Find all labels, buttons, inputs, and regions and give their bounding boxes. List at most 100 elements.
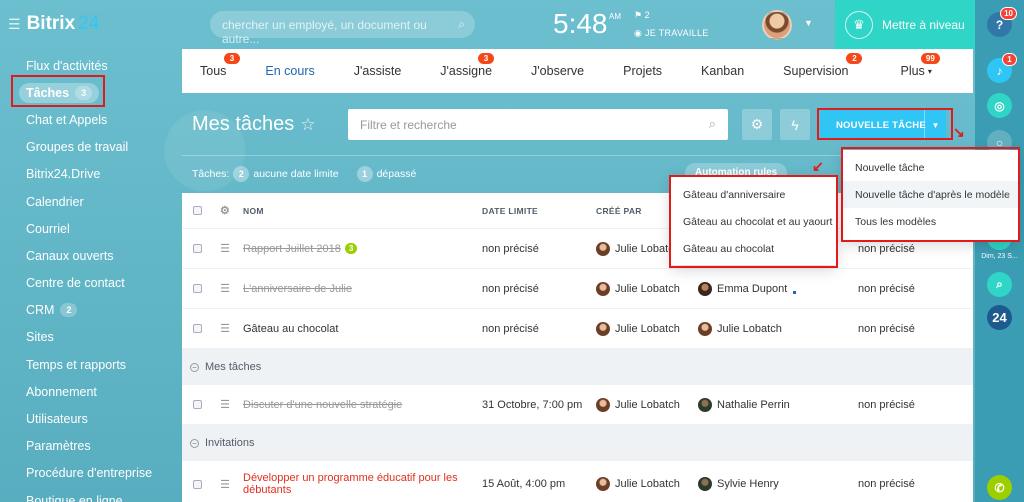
task-deadline: non précisé [482,282,539,295]
bell-icon[interactable]: ♪ 1 [987,53,1017,83]
tab-assigned[interactable]: J'assigne 3 [440,49,495,93]
menu-item-new-task[interactable]: Nouvelle tâche [843,154,1018,181]
collapse-icon[interactable]: − [190,362,199,372]
search-icon[interactable]: ⌕ [709,116,716,132]
new-task-button[interactable]: NOUVELLE TÂCHE ▼ [820,110,946,140]
sidebar-item-mail[interactable]: Courriel [0,215,180,242]
collapse-icon[interactable]: − [190,438,199,448]
sidebar-item-calendar[interactable]: Calendrier [0,188,180,215]
chevron-down-icon[interactable]: ▼ [804,18,813,28]
row-menu-icon[interactable]: ☰ [212,478,238,491]
task-responsible[interactable]: Julie Lobatch [717,323,782,335]
sidebar-item-workgroups[interactable]: Groupes de travail [0,134,180,161]
sidebar-item-shop[interactable]: Boutique en ligne [0,487,180,502]
tab-assisting[interactable]: J'assiste [354,49,402,93]
menu-item-template[interactable]: Gâteau au chocolat [671,235,836,262]
sidebar-item-contact-center[interactable]: Centre de contact [0,270,180,297]
menu-item-from-template[interactable]: Nouvelle tâche d'après le modèle › [843,181,1018,208]
task-creator[interactable]: Julie Lobatch [615,323,680,335]
upgrade-button[interactable]: ♛ Mettre à niveau [835,0,975,49]
tab-in-progress[interactable]: En cours [265,49,314,93]
search-icon[interactable]: ⌕ [458,17,465,32]
row-checkbox[interactable] [192,324,202,333]
global-search-input[interactable]: chercher un employé, un document ou autr… [210,11,475,46]
row-checkbox[interactable] [192,284,202,293]
tab-label: J'assiste [353,64,402,78]
logo[interactable]: ☰ Bitrix 24 [8,13,99,35]
star-icon[interactable]: ☆ [300,115,315,134]
crm-count-badge: 2 [60,303,78,318]
row-checkbox[interactable] [192,400,202,409]
sidebar-item-drive[interactable]: Bitrix24.Drive [0,161,180,188]
no-deadline-count[interactable]: 2 [233,165,250,182]
row-menu-icon[interactable]: ☰ [212,242,238,255]
flag-counter[interactable]: ⚑ 2 [634,10,650,21]
table-row[interactable]: ☰ L'anniversaire de Julie non précisé Ju… [182,269,973,309]
tab-all[interactable]: Tous 3 [200,49,240,93]
chevron-down-icon[interactable]: ▼ [924,110,946,140]
clock-ampm: AM [609,12,621,21]
table-row[interactable]: ☰ Gâteau au chocolat non précisé Julie L… [182,309,973,349]
sidebar-item-open-channels[interactable]: Canaux ouverts [0,242,180,269]
phone-icon[interactable]: ✆ [987,475,1012,500]
b24-icon[interactable]: 24 [987,305,1012,330]
task-name[interactable]: Gâteau au chocolat [243,323,338,335]
filter-search-input[interactable]: Filtre et recherche ⌕ [348,109,728,140]
menu-icon[interactable]: ☰ [8,16,21,33]
tab-kanban[interactable]: Kanban [701,49,744,93]
sidebar-item-tasks[interactable]: Tâches 3 [0,79,180,106]
row-checkbox[interactable] [192,479,202,489]
overdue-count[interactable]: 1 [356,165,373,182]
menu-item-all-templates[interactable]: Tous les modèles [843,208,1018,235]
table-row[interactable]: ☰ Développer un programme éducatif pour … [182,461,973,502]
task-name[interactable]: L'anniversaire de Julie [243,283,352,295]
tab-badge: 99 [920,53,940,64]
task-responsible[interactable]: Nathalie Perrin [717,399,790,411]
row-menu-icon[interactable]: ☰ [212,282,238,295]
sidebar-item-subscription[interactable]: Abonnement [0,378,180,405]
tab-projects[interactable]: Projets [623,49,662,93]
chat-icon[interactable]: ◎ [987,93,1012,118]
task-creator[interactable]: Julie Lobatch [615,399,680,411]
sidebar-item-procedures[interactable]: Procédure d'entreprise [0,460,180,487]
search-doc-icon[interactable]: ⌕ [987,272,1012,297]
group-invitations[interactable]: − Invitations [182,425,973,461]
column-deadline[interactable]: DATE LIMITE [482,206,596,216]
group-my-tasks[interactable]: − Mes tâches [182,349,973,385]
work-status[interactable]: ◉ JE TRAVAILLE [634,28,709,39]
sidebar-item-time-reports[interactable]: Temps et rapports [0,351,180,378]
task-creator[interactable]: Julie Lobatch [615,478,680,490]
overdue-label[interactable]: dépassé [377,168,417,180]
lightning-icon[interactable]: ϟ [780,109,810,140]
sidebar-item-chat[interactable]: Chat et Appels [0,106,180,133]
select-all-checkbox[interactable] [192,206,202,215]
task-creator[interactable]: Julie Lobatch [615,283,680,295]
row-menu-icon[interactable]: ☰ [212,398,238,411]
row-menu-icon[interactable]: ☰ [212,322,238,335]
task-responsible[interactable]: Emma Dupont [717,283,787,295]
user-avatar[interactable] [762,10,792,40]
sidebar-item-sites[interactable]: Sites [0,324,180,351]
menu-item-template[interactable]: Gâteau d'anniversaire [671,181,836,208]
sidebar-item-users[interactable]: Utilisateurs [0,405,180,432]
no-deadline-label[interactable]: aucune date limite [253,168,338,180]
sidebar-item-crm[interactable]: CRM 2 [0,297,180,324]
help-icon[interactable]: ? 10 [987,7,1017,37]
task-name[interactable]: Discuter d'une nouvelle stratégie [243,399,402,411]
task-responsible[interactable]: Sylvie Henry [717,478,779,490]
date-label: Dim, 23 S... [981,253,1018,260]
gear-icon[interactable]: ⚙ [742,109,772,140]
task-name[interactable]: Développer un programme éducatif pour le… [243,472,458,496]
avatar [596,241,610,256]
row-checkbox[interactable] [192,244,202,253]
column-name[interactable]: NOM [238,206,482,216]
tab-more[interactable]: Plus ▾ 99 [900,49,940,93]
tab-supervision[interactable]: Supervision 2 [783,49,863,93]
gear-icon[interactable]: ⚙ [212,204,238,217]
sidebar-item-activity[interactable]: Flux d'activités [0,52,180,79]
sidebar-item-settings[interactable]: Paramètres [0,433,180,460]
table-row[interactable]: ☰ Discuter d'une nouvelle stratégie 31 O… [182,385,973,425]
task-name[interactable]: Rapport Juillet 2018 [243,243,341,255]
tab-following[interactable]: J'observe [531,49,584,93]
menu-item-template[interactable]: Gâteau au chocolat et au yaourt [671,208,836,235]
